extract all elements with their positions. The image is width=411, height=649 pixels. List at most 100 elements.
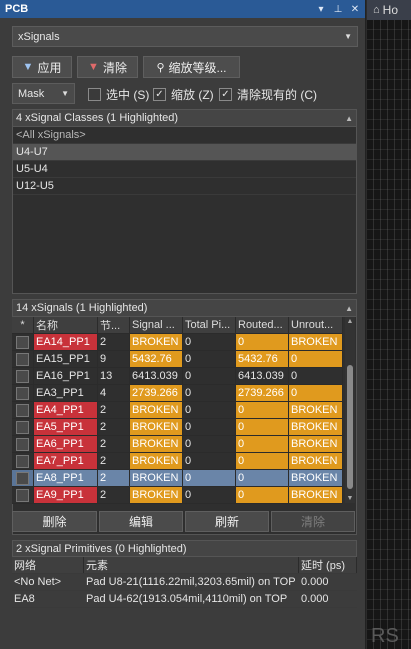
primitive-element: Pad U8-21(1116.22mil,3203.65mil) on TOP xyxy=(86,576,296,588)
row-checkbox[interactable] xyxy=(16,488,29,502)
column-header-routed[interactable]: Routed... xyxy=(236,317,289,334)
signal-unrouted: BROKEN xyxy=(289,419,343,436)
class-item-label: <All xSignals> xyxy=(16,129,86,141)
panel-menu-icon[interactable]: ▾ xyxy=(316,4,326,15)
row-checkbox[interactable] xyxy=(16,471,29,485)
row-checkbox-cell[interactable] xyxy=(12,402,34,419)
table-row[interactable]: <No Net> Pad U8-21(1116.22mil,3203.65mil… xyxy=(12,574,357,591)
signal-nodes: 2 xyxy=(98,402,130,419)
signal-unrouted: 0 xyxy=(289,351,343,368)
class-item-u4-u7[interactable]: U4-U7 xyxy=(13,144,356,161)
row-checkbox-cell[interactable] xyxy=(12,419,34,436)
collapse-up-icon[interactable]: ▲ xyxy=(345,114,353,123)
clear-filter-button[interactable]: ▼ 清除 xyxy=(77,56,138,78)
row-checkbox-cell[interactable] xyxy=(12,436,34,453)
table-row[interactable]: EA8_PP1 2 BROKEN 0 0 BROKEN xyxy=(12,470,343,487)
signal-routed: 0 xyxy=(236,470,289,487)
column-header-unrouted[interactable]: Unrout... xyxy=(289,317,343,334)
zoom-level-button[interactable]: ⚲ 缩放等级... xyxy=(143,56,240,78)
zoom-checkbox-box[interactable]: ✓ xyxy=(153,88,166,101)
column-header-star[interactable]: * xyxy=(12,317,34,334)
signal-routed: 6413.039 xyxy=(236,368,289,385)
refresh-button[interactable]: 刷新 xyxy=(185,511,269,532)
table-row[interactable]: EA15_PP1 9 5432.76 0 5432.76 0 xyxy=(12,351,343,368)
signal-length: 2739.266 xyxy=(130,385,183,402)
edit-button[interactable]: 编辑 xyxy=(99,511,183,532)
canvas-label: RS xyxy=(371,625,399,647)
row-checkbox-cell[interactable] xyxy=(12,385,34,402)
row-checkbox[interactable] xyxy=(16,386,29,400)
column-header-signal-length[interactable]: Signal ... xyxy=(130,317,183,334)
column-header-nodes[interactable]: 节... xyxy=(98,317,130,334)
close-icon[interactable]: ✕ xyxy=(350,4,360,15)
magnifier-icon: ⚲ xyxy=(156,61,165,74)
signal-name: EA5_PP1 xyxy=(34,419,98,436)
row-checkbox[interactable] xyxy=(16,369,29,383)
zoom-checkbox[interactable]: ✓ 缩放 (Z) xyxy=(153,86,214,103)
object-type-select[interactable]: xSignals ▼ xyxy=(12,26,358,47)
signals-scrollbar[interactable]: ▲ ▼ xyxy=(345,317,355,503)
pin-icon[interactable]: ⊥ xyxy=(333,4,343,15)
signal-nodes: 4 xyxy=(98,385,130,402)
column-header-delay[interactable]: 延时 (ps) xyxy=(299,557,357,573)
panel-controls: ▾ ⊥ ✕ xyxy=(316,4,360,15)
clear-existing-checkbox[interactable]: ✓ 清除现有的 (C) xyxy=(219,86,317,103)
row-checkbox-cell[interactable] xyxy=(12,368,34,385)
table-row[interactable]: EA4_PP1 2 BROKEN 0 0 BROKEN xyxy=(12,402,343,419)
table-row[interactable]: EA6_PP1 2 BROKEN 0 0 BROKEN xyxy=(12,436,343,453)
table-row[interactable]: EA14_PP1 2 BROKEN 0 0 BROKEN xyxy=(12,334,343,351)
class-item-label: U5-U4 xyxy=(16,163,48,175)
table-row[interactable]: EA5_PP1 2 BROKEN 0 0 BROKEN xyxy=(12,419,343,436)
table-row[interactable]: EA9_PP1 2 BROKEN 0 0 BROKEN xyxy=(12,487,343,504)
collapse-up-icon[interactable]: ▲ xyxy=(345,304,353,313)
class-item-label: U4-U7 xyxy=(16,146,48,158)
clear-button[interactable]: 清除 xyxy=(271,511,355,532)
class-item-all[interactable]: <All xSignals> xyxy=(13,127,356,144)
table-row[interactable]: EA7_PP1 2 BROKEN 0 0 BROKEN xyxy=(12,453,343,470)
scrollbar-thumb[interactable] xyxy=(347,365,353,489)
column-header-net[interactable]: 网络 xyxy=(12,557,84,573)
class-item-u5-u4[interactable]: U5-U4 xyxy=(13,161,356,178)
signal-routed: 2739.266 xyxy=(236,385,289,402)
table-row[interactable]: EA16_PP1 13 6413.039 0 6413.039 0 xyxy=(12,368,343,385)
table-row[interactable]: EA8 Pad U4-62(1913.054mil,4110mil) on TO… xyxy=(12,591,357,608)
table-row[interactable]: EA3_PP1 4 2739.266 0 2739.266 0 xyxy=(12,385,343,402)
mask-value: Mask xyxy=(18,87,45,100)
home-tab[interactable]: ⌂ Ho xyxy=(367,0,411,20)
row-checkbox[interactable] xyxy=(16,335,29,349)
row-checkbox[interactable] xyxy=(16,454,29,468)
column-header-element[interactable]: 元素 xyxy=(84,557,299,573)
apply-button[interactable]: ▼ 应用 xyxy=(12,56,72,78)
signal-length: 5432.76 xyxy=(130,351,183,368)
signal-total-pin: 0 xyxy=(183,368,236,385)
row-checkbox-cell[interactable] xyxy=(12,470,34,487)
row-checkbox-cell[interactable] xyxy=(12,334,34,351)
scroll-down-icon[interactable]: ▼ xyxy=(345,495,355,502)
scroll-up-icon[interactable]: ▲ xyxy=(345,318,355,325)
row-checkbox[interactable] xyxy=(16,437,29,451)
column-header-total-pin[interactable]: Total Pi... xyxy=(183,317,236,334)
select-checkbox[interactable]: 选中 (S) xyxy=(88,86,149,103)
signal-routed: 0 xyxy=(236,453,289,470)
chevron-down-icon: ▼ xyxy=(344,32,352,41)
row-checkbox-cell[interactable] xyxy=(12,487,34,504)
clear-existing-checkbox-box[interactable]: ✓ xyxy=(219,88,232,101)
select-checkbox-box[interactable] xyxy=(88,88,101,101)
signal-unrouted: BROKEN xyxy=(289,470,343,487)
class-item-label: U12-U5 xyxy=(16,180,54,192)
pcb-canvas[interactable] xyxy=(367,20,411,649)
class-item-u12-u5[interactable]: U12-U5 xyxy=(13,178,356,195)
row-checkbox[interactable] xyxy=(16,420,29,434)
row-checkbox-cell[interactable] xyxy=(12,351,34,368)
primitive-element: Pad U4-62(1913.054mil,4110mil) on TOP xyxy=(86,593,288,605)
signals-table-header: * 名称 节... Signal ... Total Pi... Routed.… xyxy=(12,317,343,334)
column-header-name[interactable]: 名称 xyxy=(34,317,98,334)
signal-name: EA15_PP1 xyxy=(34,351,98,368)
mask-select[interactable]: Mask ▼ xyxy=(12,83,75,104)
classes-header-text: 4 xSignal Classes (1 Highlighted) xyxy=(16,112,179,124)
row-checkbox[interactable] xyxy=(16,403,29,417)
delete-button[interactable]: 删除 xyxy=(12,511,97,532)
row-checkbox-cell[interactable] xyxy=(12,453,34,470)
row-checkbox[interactable] xyxy=(16,352,29,366)
signal-nodes: 2 xyxy=(98,453,130,470)
